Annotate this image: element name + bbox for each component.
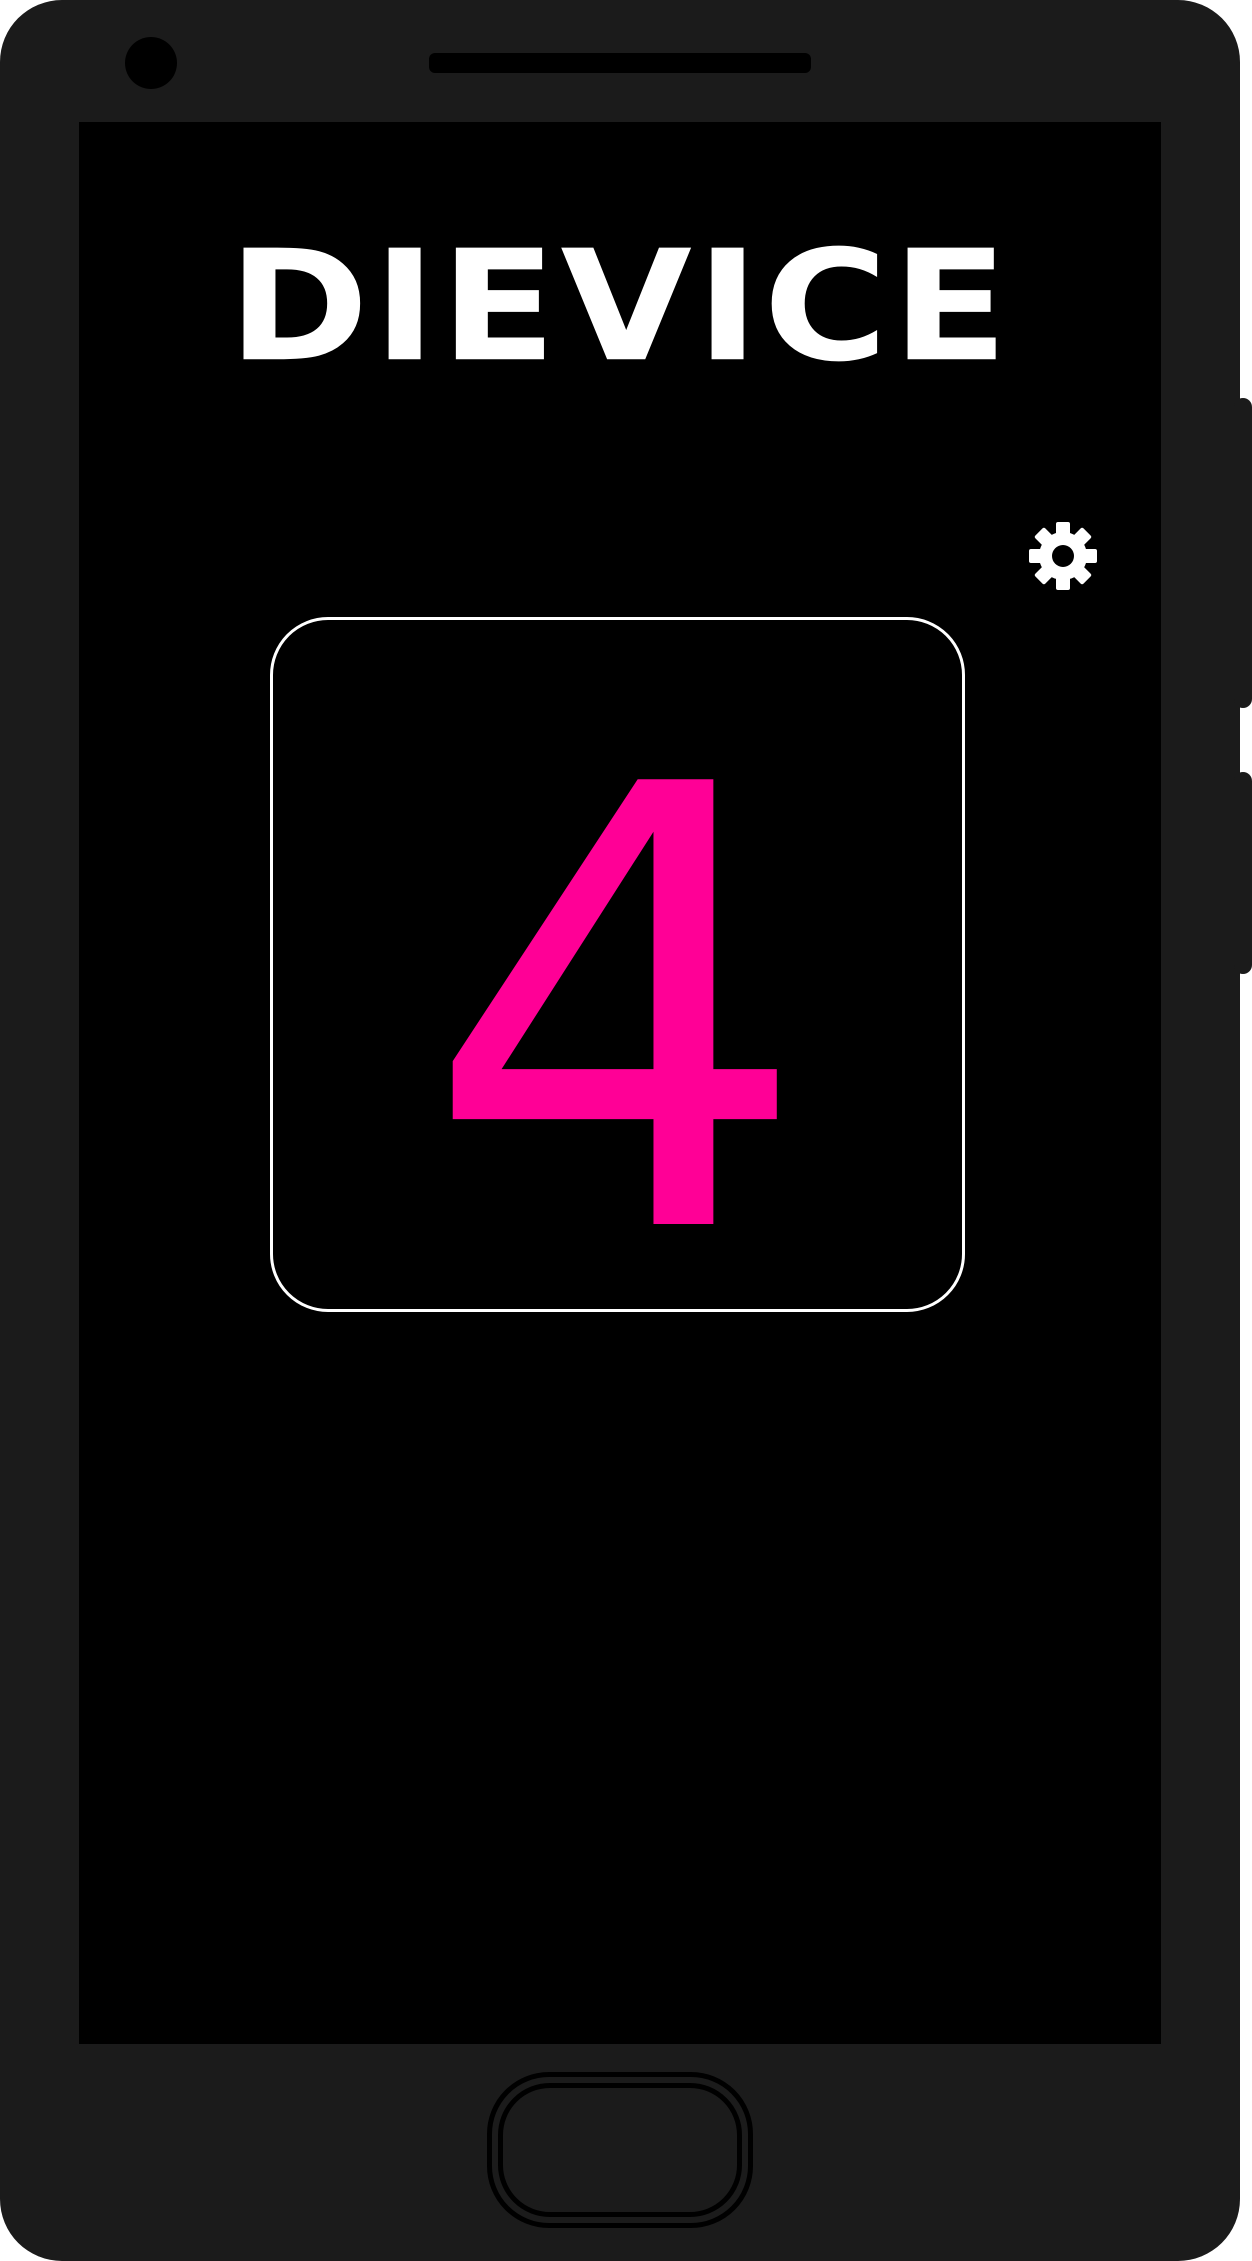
gear-icon <box>1029 522 1097 590</box>
number-display: 4 <box>423 658 811 1309</box>
front-camera <box>125 37 177 89</box>
phone-body: DIEVICE 4 <box>0 0 1240 2261</box>
home-button-ring <box>498 2083 742 2217</box>
home-button[interactable] <box>487 2072 753 2228</box>
volume-button[interactable] <box>1234 398 1252 708</box>
screen: DIEVICE 4 <box>79 122 1161 2044</box>
settings-button[interactable] <box>1015 508 1111 604</box>
power-button[interactable] <box>1234 772 1252 974</box>
number-display-card[interactable]: 4 <box>270 617 965 1312</box>
earpiece-speaker <box>429 53 811 73</box>
app-title: DIEVICE <box>227 217 1013 397</box>
number-value: 4 <box>423 658 811 1309</box>
